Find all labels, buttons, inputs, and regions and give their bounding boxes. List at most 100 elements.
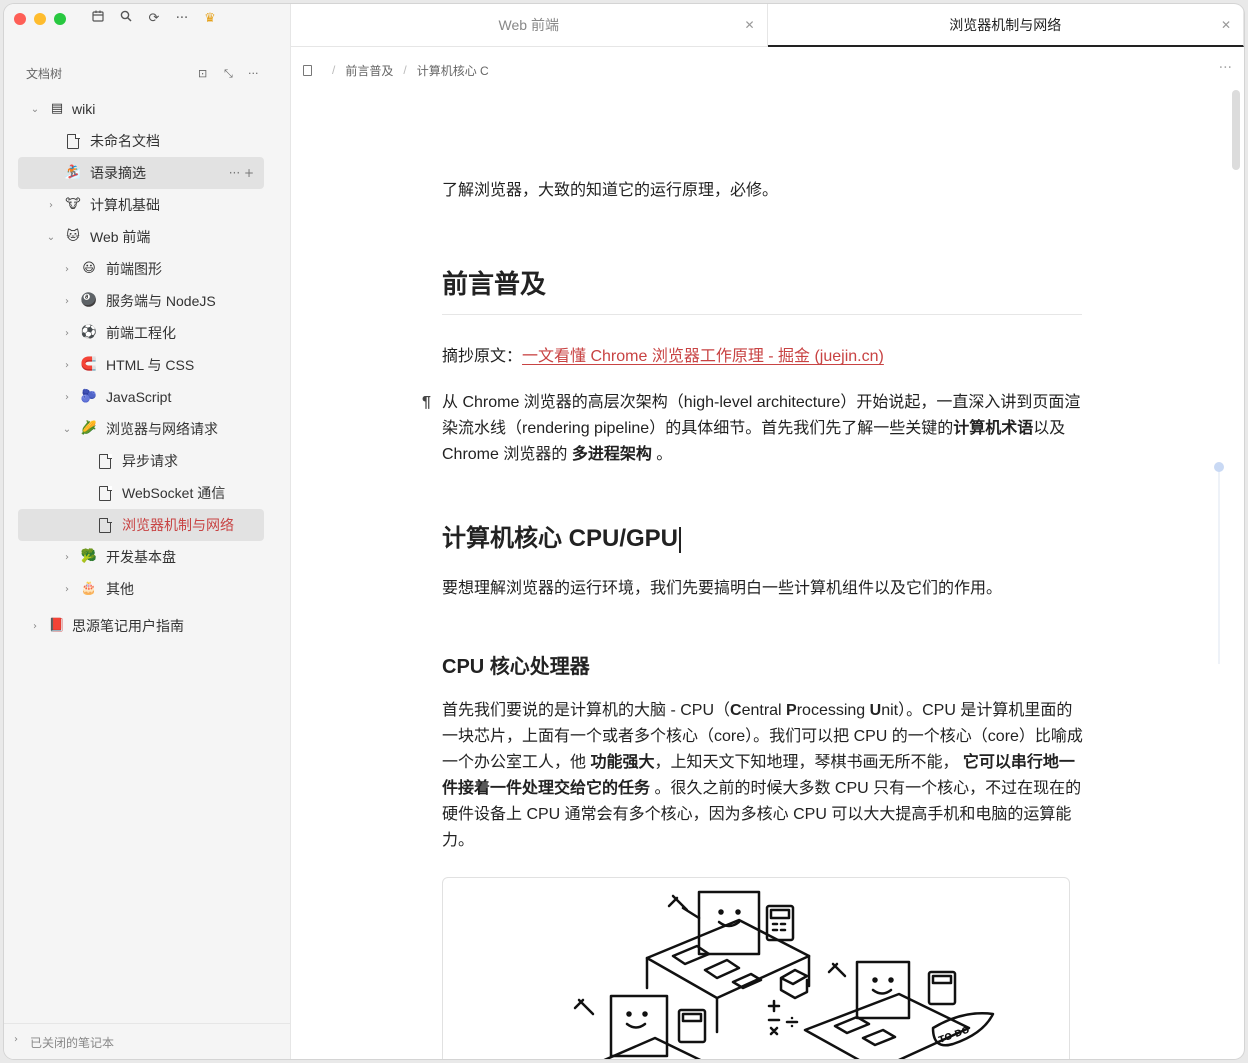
tab-label: 浏览器机制与网络	[949, 17, 1062, 33]
app-window: ⟳ ··· ♛ 文档树 ⊡ ⤡ ··· ⌄ ▤ wiki 未命名文档 🏂 语录摘选 ··· …	[4, 4, 1244, 1059]
titlebar: ⟳ ··· ♛	[4, 4, 291, 42]
chevron-right-icon[interactable]: ›	[45, 200, 57, 211]
cpu-illustration[interactable]: TO DO	[442, 877, 1070, 1059]
tree-item-label: Web 前端	[90, 229, 151, 245]
outline-track	[1218, 464, 1220, 664]
tree-item[interactable]: › 🥦 开发基本盘	[18, 541, 264, 573]
bold-text: P	[786, 702, 797, 719]
tree-item-label: WebSocket 通信	[122, 485, 226, 501]
calendar-icon[interactable]	[89, 10, 107, 28]
tree-item[interactable]: ⌄ 🌽 浏览器与网络请求	[18, 413, 264, 445]
file-icon[interactable]	[303, 64, 312, 76]
architecture-paragraph[interactable]: ¶ 从 Chrome 浏览器的高层次架构（high-level architec…	[422, 390, 1082, 468]
chevron-right-icon[interactable]: ›	[61, 552, 73, 563]
tree-item-label: 浏览器机制与网络	[122, 517, 234, 533]
crown-icon[interactable]: ♛	[201, 10, 219, 28]
text: 。	[651, 446, 673, 463]
tree-item[interactable]: › 🐮 计算机基础	[18, 189, 264, 221]
bold-text: 多进程架构	[571, 446, 652, 463]
text: entral	[741, 702, 787, 719]
tree-item-label: 前端工程化	[106, 325, 176, 341]
more-icon[interactable]: ···	[1219, 60, 1232, 76]
cpu-paragraph[interactable]: 首先我们要说的是计算机的大脑 - CPU（Central Processing …	[442, 698, 1084, 854]
tree-item[interactable]: 🏂 语录摘选 ··· +	[18, 157, 264, 189]
breadcrumb-item[interactable]: 前言普及	[345, 62, 393, 79]
tree-item-label: 开发基本盘	[106, 549, 176, 565]
emoji-icon: 🥦	[80, 549, 98, 564]
chevron-right-icon[interactable]: ›	[61, 392, 73, 403]
chevron-down-icon[interactable]: ⌄	[45, 232, 57, 243]
emoji-icon: 😃	[82, 261, 96, 276]
chevron-right-icon[interactable]: ›	[61, 296, 73, 307]
outline-position-indicator[interactable]	[1214, 462, 1224, 472]
chevron-right-icon[interactable]: ›	[61, 328, 73, 339]
tab-web-frontend[interactable]: Web 前端 ✕	[291, 4, 768, 47]
heading-computer-core[interactable]: 计算机核心 CPU/GPU	[442, 518, 1082, 553]
vertical-scrollbar[interactable]	[1232, 90, 1240, 170]
sync-icon[interactable]: ⟳	[145, 10, 163, 28]
breadcrumb-item[interactable]: 计算机核心 C	[417, 62, 489, 79]
excerpt-prefix: 摘抄原文：	[442, 348, 523, 365]
pilcrow-icon[interactable]: ¶	[422, 390, 431, 416]
tab-label: Web 前端	[498, 17, 559, 33]
minimize-window-button[interactable]	[34, 13, 46, 25]
search-icon[interactable]	[117, 10, 135, 28]
text: 首先我们要说的是计算机的大脑 - CPU（	[442, 702, 731, 719]
tree-item[interactable]: 未命名文档	[18, 125, 264, 157]
tree-item[interactable]: ⌄ 🐱 Web 前端	[18, 221, 264, 253]
tree-item[interactable]: 异步请求	[18, 445, 264, 477]
tree-item-label: 异步请求	[122, 453, 178, 469]
heading-cpu[interactable]: CPU 核心处理器	[442, 650, 1082, 679]
tree-item[interactable]: WebSocket 通信	[18, 477, 264, 509]
emoji-icon: 🐱	[66, 229, 80, 244]
emoji-icon: 🫐	[80, 389, 98, 404]
tree-item[interactable]: ⌄ ▤ wiki	[18, 93, 264, 125]
tree-item-label: 未命名文档	[90, 133, 160, 149]
maximize-window-button[interactable]	[54, 13, 66, 25]
office-workers-illustration: TO DO	[573, 890, 995, 1059]
emoji-icon: 🏂	[64, 165, 82, 180]
tree-item[interactable]: 浏览器机制与网络	[18, 509, 264, 541]
excerpt-paragraph[interactable]: 摘抄原文：一文看懂 Chrome 浏览器工作原理 - 掘金 (juejin.cn…	[442, 344, 1082, 370]
tree-item[interactable]: › 😃 前端图形	[18, 253, 264, 285]
chevron-right-icon[interactable]: ›	[29, 621, 41, 632]
emoji-icon: 🧲	[80, 357, 98, 372]
text-caret	[679, 526, 681, 553]
closed-notebooks-label: 已关闭的笔记本	[30, 1036, 115, 1050]
more-icon[interactable]: ···	[248, 64, 259, 84]
tree-item[interactable]: › ⚽ 前端工程化	[18, 317, 264, 349]
tree-item[interactable]: › 🧲 HTML 与 CSS	[18, 349, 264, 381]
close-window-button[interactable]	[14, 13, 26, 25]
sidebar-header: 文档树 ⊡ ⤡ ···	[26, 64, 271, 84]
document-icon	[96, 452, 114, 470]
tree-item[interactable]: › 🎂 其他	[18, 573, 264, 605]
tree-item[interactable]: › 📕 思源笔记用户指南	[18, 610, 264, 642]
chevron-right-icon[interactable]: ›	[61, 360, 73, 371]
collapse-icon[interactable]: ⤡	[224, 64, 233, 84]
emoji-icon: 🐮	[65, 197, 81, 212]
breadcrumb-separator: /	[403, 63, 407, 77]
close-icon[interactable]: ✕	[744, 4, 754, 47]
chevron-right-icon[interactable]: ›	[61, 584, 73, 595]
sidebar-title: 文档树	[26, 67, 63, 81]
closed-notebooks[interactable]: › 已关闭的笔记本	[4, 1023, 291, 1059]
tree-item-actions[interactable]: ··· +	[229, 166, 254, 180]
emoji-icon: 📕	[48, 618, 66, 633]
heading-preface[interactable]: 前言普及	[442, 266, 1082, 315]
tree-item[interactable]: › 🫐 JavaScript	[18, 381, 264, 413]
chevron-down-icon[interactable]: ⌄	[61, 424, 73, 435]
focus-icon[interactable]: ⊡	[198, 64, 207, 84]
intro-paragraph[interactable]: 了解浏览器，大致的知道它的运行原理，必修。	[442, 178, 1082, 204]
document-tree: ⌄ ▤ wiki 未命名文档 🏂 语录摘选 ··· + › 🐮 计算机基础 ⌄ 🐱 Web 前端 › 😃 前端…	[18, 93, 264, 642]
chevron-right-icon[interactable]: ›	[61, 264, 73, 275]
chevron-down-icon[interactable]: ⌄	[29, 104, 41, 115]
environment-paragraph[interactable]: 要想理解浏览器的运行环境，我们先要搞明白一些计算机组件以及它们的作用。	[442, 576, 1082, 602]
bold-text: U	[869, 702, 882, 719]
emoji-icon: 🎱	[80, 293, 98, 308]
more-icon[interactable]: ···	[173, 10, 191, 28]
tree-item[interactable]: › 🎱 服务端与 NodeJS	[18, 285, 264, 317]
close-icon[interactable]: ✕	[1221, 4, 1231, 47]
tree-item-label: JavaScript	[106, 389, 172, 405]
tab-browser-mechanism[interactable]: 浏览器机制与网络 ✕	[767, 4, 1244, 47]
excerpt-link[interactable]: 一文看懂 Chrome 浏览器工作原理 - 掘金 (juejin.cn)	[522, 348, 884, 365]
